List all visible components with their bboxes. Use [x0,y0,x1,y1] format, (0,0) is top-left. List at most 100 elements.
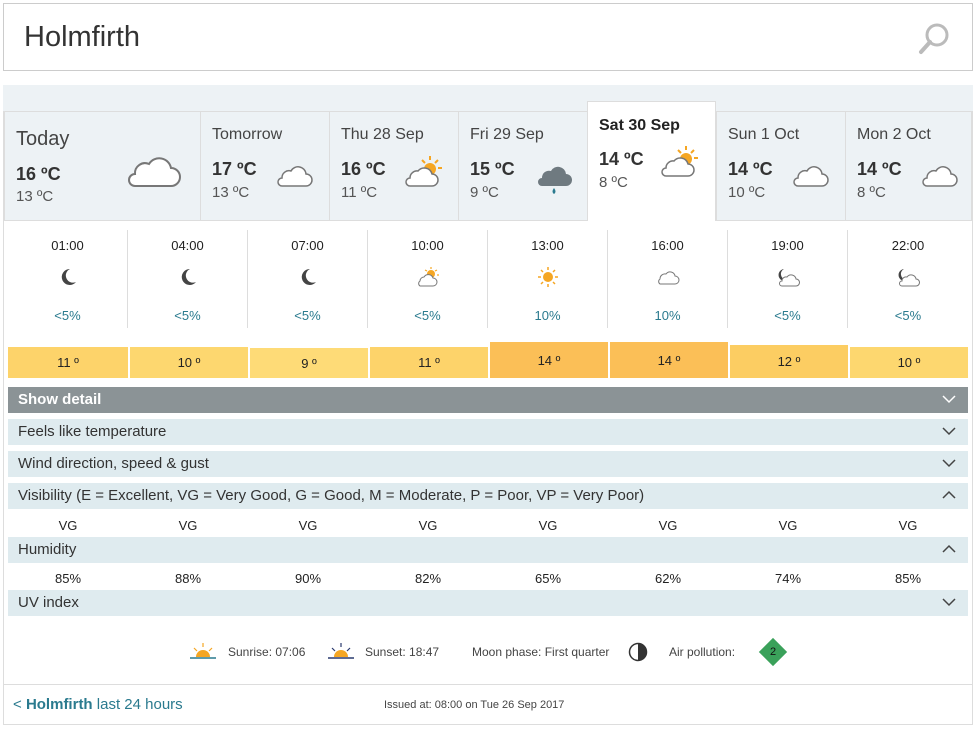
visibility-value: VG [58,518,78,533]
day-name: Sun 1 Oct [728,126,800,143]
humidity-value: 90% [294,571,322,586]
cloud-icon [793,166,829,187]
hour-time: 22:00 [891,238,925,253]
search-icon[interactable] [918,22,950,56]
temperature-cell: 11 º [368,347,488,378]
moon-cloud-icon [778,269,800,287]
sunrise-icon [190,643,216,659]
chevron-up-icon [942,490,956,499]
day-tabs-background [3,85,973,111]
air-pollution-badge[interactable]: 2 [758,637,788,667]
temperature-value: 9 º [301,355,317,371]
chevron-down-icon [942,427,956,436]
temperature-cell: 12 º [728,345,848,378]
hour-time: 16:00 [651,238,684,253]
rain-cloud-icon [538,166,572,194]
humidity-values: 85% 88% 90% 82% 65% 62% 74% 85% [8,571,968,586]
humidity-value: 74% [774,571,802,586]
sun-cloud-icon [405,156,442,187]
cloud-icon [277,166,313,187]
hour-time: 19:00 [771,238,804,253]
tab-sat-30-sep[interactable]: Sat 30 Sep 14 ºC 8 ºC [587,101,716,221]
sun-icon [537,267,558,287]
chevron-up-icon [942,544,956,553]
moon-icon [61,268,76,285]
day-low: 8 ºC [857,184,886,201]
temperature-cell: 14 º [608,342,728,378]
day-high: 14 ºC [857,159,902,179]
moon-phase-icon [628,642,648,662]
hour-time: 10:00 [411,238,444,253]
visibility-row[interactable]: Visibility (E = Excellent, VG = Very Goo… [8,483,968,509]
day-name: Fri 29 Sep [470,126,544,143]
humidity-value: 65% [534,571,562,586]
uv-index-row[interactable]: UV index [8,590,968,616]
visibility-value: VG [778,518,798,533]
wind-label: Wind direction, speed & gust [18,455,209,472]
tab-thu-28-sep[interactable]: Thu 28 Sep 16 ºC 11 ºC [329,111,458,221]
moon-icon [301,268,316,285]
temperature-value: 11 º [57,355,79,370]
visibility-value: VG [418,518,438,533]
temperature-cell: 14 º [488,342,608,378]
chevron-down-icon [942,459,956,468]
uv-index-label: UV index [18,594,79,611]
show-detail-toggle[interactable]: Show detail [8,387,968,413]
humidity-value: 62% [654,571,682,586]
hour-column: 13:00 10% [488,230,608,328]
moon-cloud-icon [898,269,920,287]
wind-row[interactable]: Wind direction, speed & gust [8,451,968,477]
feels-like-label: Feels like temperature [18,423,167,440]
temperature-cell: 10 º [848,347,968,378]
location-name[interactable]: Holmfirth [24,21,140,54]
tab-fri-29-sep[interactable]: Fri 29 Sep 15 ºC 9 ºC [458,111,587,221]
day-low: 9 ºC [470,184,499,201]
location-search[interactable]: Holmfirth [3,3,973,71]
tab-today[interactable]: Today 16 ºC 13 ºC [4,111,200,221]
temperature-value: 14 º [657,352,681,368]
day-name: Tomorrow [212,126,283,143]
chevron-down-icon [942,598,956,607]
tab-tomorrow[interactable]: Tomorrow 17 ºC 13 ºC [200,111,329,221]
temperature-cell: 9 º [248,348,368,378]
visibility-value: VG [898,518,918,533]
temperature-cell: 11 º [8,347,128,378]
last-24-hours-link[interactable]: < Holmfirth last 24 hours [13,696,183,713]
visibility-value: VG [298,518,318,533]
feels-like-row[interactable]: Feels like temperature [8,419,968,445]
temperature-value: 10 º [897,355,921,370]
day-low: 10 ºC [728,184,766,201]
day-high: 14 ºC [599,149,644,169]
humidity-value: 88% [174,571,202,586]
precip-chance: 10% [654,308,681,323]
link-place: Holmfirth [25,696,93,713]
precip-chance: <5% [54,308,81,323]
humidity-value: 85% [54,571,82,586]
temperature-value: 12 º [777,354,801,369]
hourly-forecast: 01:00 <5% 04:00 <5% 07:00 <5% 10:00 <5% … [8,230,968,328]
hour-time: 01:00 [51,238,84,253]
day-low: 13 ºC [16,188,54,205]
chevron-down-icon [942,395,956,404]
day-low: 8 ºC [599,174,628,191]
hour-column: 19:00 <5% [728,230,848,328]
day-low: 11 ºC [341,184,378,201]
sun-cloud-icon [417,267,439,287]
visibility-values: VG VG VG VG VG VG VG VG [8,518,968,533]
day-name: Today [16,128,70,150]
humidity-row[interactable]: Humidity [8,537,968,563]
hour-column: 07:00 <5% [248,230,368,328]
temperature-cell: 10 º [128,347,248,378]
visibility-value: VG [178,518,198,533]
day-low: 13 ºC [212,184,250,201]
visibility-value: VG [538,518,558,533]
day-tabs: Today 16 ºC 13 ºC Tomorrow 17 ºC 13 ºC T… [4,101,972,221]
air-pollution-value: 2 [769,646,777,658]
link-rest: last 24 hours [92,696,183,713]
bottom-bar: < Holmfirth last 24 hours Issued at: 08:… [3,684,973,724]
hour-column: 16:00 10% [608,230,728,328]
day-name: Thu 28 Sep [341,126,424,143]
tab-sun-1-oct[interactable]: Sun 1 Oct 14 ºC 10 ºC [716,111,845,221]
tab-mon-2-oct[interactable]: Mon 2 Oct 14 ºC 8 ºC [845,111,972,221]
precip-chance: <5% [414,308,441,323]
